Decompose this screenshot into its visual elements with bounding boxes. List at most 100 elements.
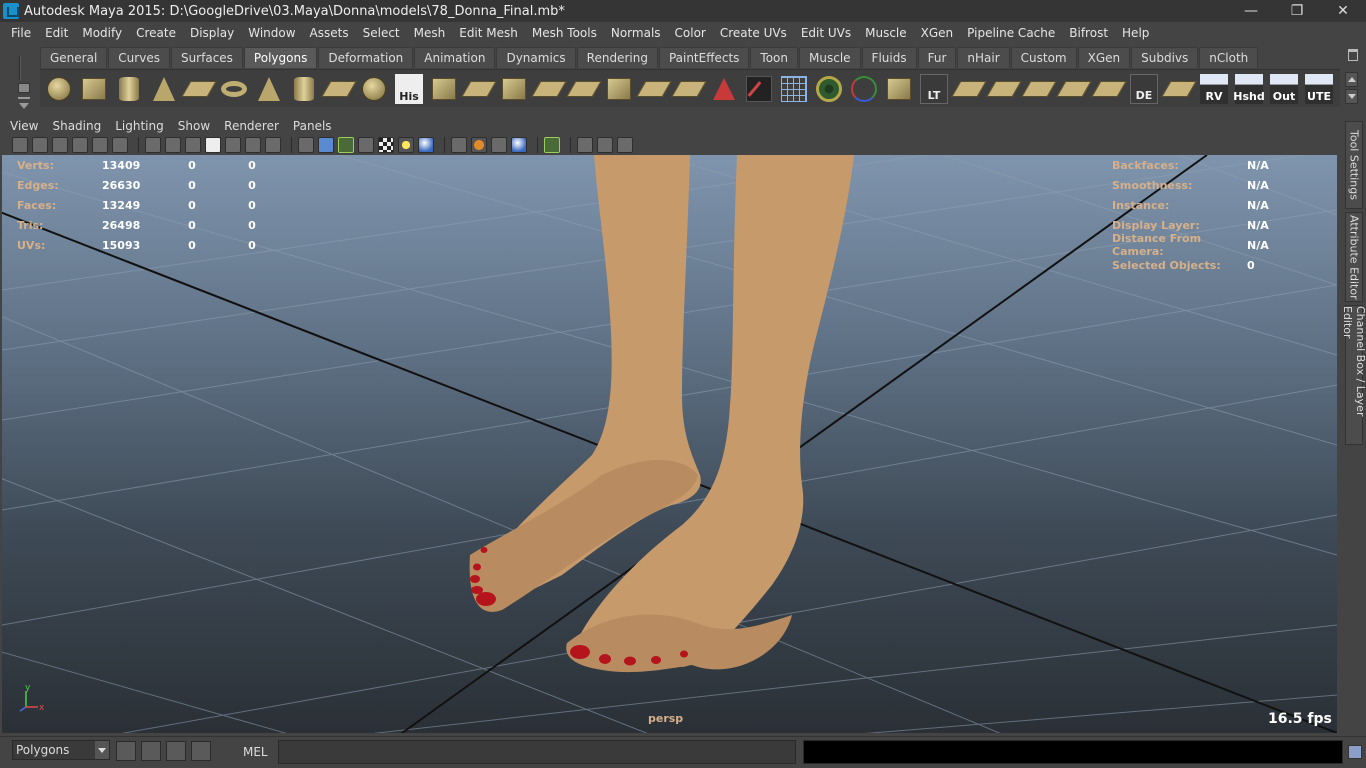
panel-menu-panels[interactable]: Panels [286,119,339,133]
poly-plane-icon[interactable] [181,74,217,104]
shelf-scroll-up-icon[interactable] [1345,72,1358,87]
field-chart-icon[interactable] [225,137,241,153]
poly-torus-icon[interactable] [219,74,249,104]
close-button[interactable]: ✕ [1320,0,1366,22]
tab-polygons[interactable]: Polygons [243,47,318,68]
use-all-lights-icon[interactable] [398,137,414,153]
tab-channel-box[interactable]: Channel Box / Layer Editor [1341,305,1366,445]
panel-menu-renderer[interactable]: Renderer [217,119,286,133]
poly-pipe-icon[interactable] [289,74,319,104]
tab-custom[interactable]: Custom [1010,47,1077,68]
menu-pipeline-cache[interactable]: Pipeline Cache [960,26,1062,40]
xray-joints-icon[interactable] [577,137,593,153]
uv-layout-icon[interactable] [1056,74,1092,104]
panel-menu-view[interactable]: View [3,119,45,133]
gate-mask-icon[interactable] [205,137,221,153]
panel-menu-lighting[interactable]: Lighting [108,119,171,133]
ambient-occlusion-icon[interactable] [451,137,467,153]
tab-dynamics[interactable]: Dynamics [496,47,576,68]
uv-cut-icon[interactable] [986,74,1022,104]
perspective-viewport[interactable]: Verts: 13409 0 0 Edges: 26630 0 0 Faces:… [2,155,1337,733]
menu-mesh-tools[interactable]: Mesh Tools [525,26,604,40]
uv-sew-icon[interactable] [1021,74,1057,104]
menu-set-dropdown[interactable]: Polygons [12,740,110,760]
menu-create[interactable]: Create [129,26,183,40]
shelf-dropdown-icon[interactable] [19,103,29,109]
hshd-script-icon[interactable]: Hshd [1233,73,1265,104]
ute-script-icon[interactable]: UTE [1304,73,1334,104]
combine-icon[interactable] [429,74,459,104]
out-script-icon[interactable]: Out [1269,73,1299,104]
uv-grid-icon[interactable] [1161,74,1197,104]
menu-color[interactable]: Color [668,26,713,40]
poly-pyramid-icon[interactable] [254,74,284,104]
tab-toon[interactable]: Toon [750,47,799,68]
script-editor-icon[interactable] [141,741,161,761]
tab-fur[interactable]: Fur [917,47,957,68]
bridge-icon[interactable] [671,74,707,104]
tab-curves[interactable]: Curves [108,47,170,68]
menu-help[interactable]: Help [1115,26,1156,40]
poly-soccer-ball-icon[interactable] [359,74,389,104]
tab-subdivs[interactable]: Subdivs [1131,47,1199,68]
mirror-geometry-icon[interactable] [636,74,672,104]
separate-icon[interactable] [461,74,497,104]
script-editor-button-icon[interactable] [1348,745,1362,759]
reduce-icon[interactable] [604,74,634,104]
tab-nhair[interactable]: nHair [957,47,1010,68]
tab-muscle[interactable]: Muscle [799,47,861,68]
tab-surfaces[interactable]: Surfaces [170,47,243,68]
hud-toggle-icon[interactable] [617,137,633,153]
command-line-input[interactable] [278,740,796,764]
xray-active-icon[interactable] [597,137,613,153]
tab-animation[interactable]: Animation [414,47,496,68]
render-settings-icon[interactable] [191,741,211,761]
poly-cube-icon[interactable] [79,74,109,104]
menu-bifrost[interactable]: Bifrost [1062,26,1115,40]
panel-menu-shading[interactable]: Shading [45,119,108,133]
restore-button[interactable]: ❐ [1274,0,1320,22]
snap-together-icon[interactable] [116,741,136,761]
grease-pencil-icon[interactable] [92,137,108,153]
tab-attribute-editor[interactable]: Attribute Editor [1345,212,1363,302]
transfer-attributes-icon[interactable] [884,74,914,104]
poly-sphere-icon[interactable] [44,74,74,104]
minimize-button[interactable]: — [1228,0,1274,22]
tab-ncloth[interactable]: nCloth [1199,47,1259,68]
shelf-scroll-down-icon[interactable] [1345,89,1358,104]
shadows-icon[interactable] [418,137,434,153]
camera-attributes-icon[interactable] [32,137,48,153]
menu-normals[interactable]: Normals [604,26,668,40]
poly-cone-icon[interactable] [149,74,179,104]
poly-helix-icon[interactable] [321,74,357,104]
resolution-gate-icon[interactable] [185,137,201,153]
manipulator-gizmo-icon[interactable] [849,74,879,104]
menu-muscle[interactable]: Muscle [858,26,914,40]
wireframe-on-shaded-icon[interactable] [338,137,354,153]
rv-script-icon[interactable]: RV [1199,73,1229,104]
tab-deformation[interactable]: Deformation [318,47,414,68]
menu-edit[interactable]: Edit [38,26,75,40]
lt-script-icon[interactable]: LT [919,73,949,104]
tab-general[interactable]: General [40,47,108,68]
wireframe-icon[interactable] [298,137,314,153]
menu-display[interactable]: Display [183,26,241,40]
menu-window[interactable]: Window [241,26,302,40]
two-d-pan-icon[interactable] [112,137,128,153]
outliner-icon[interactable] [166,741,186,761]
smooth-shade-icon[interactable] [318,137,334,153]
menu-file[interactable]: File [4,26,38,40]
menu-mesh[interactable]: Mesh [407,26,453,40]
select-camera-icon[interactable] [12,137,28,153]
tab-xgen[interactable]: XGen [1077,47,1131,68]
de-script-icon[interactable]: DE [1129,73,1159,104]
isolate-select-icon[interactable] [544,137,560,153]
grid-icon[interactable] [145,137,161,153]
bookmark-icon[interactable] [52,137,68,153]
sculpt-tool-icon[interactable] [709,74,739,104]
safe-title-icon[interactable] [265,137,281,153]
panel-menu-show[interactable]: Show [171,119,217,133]
safe-action-icon[interactable] [245,137,261,153]
xray-icon[interactable] [358,137,374,153]
tab-painteffects[interactable]: PaintEffects [658,47,750,68]
